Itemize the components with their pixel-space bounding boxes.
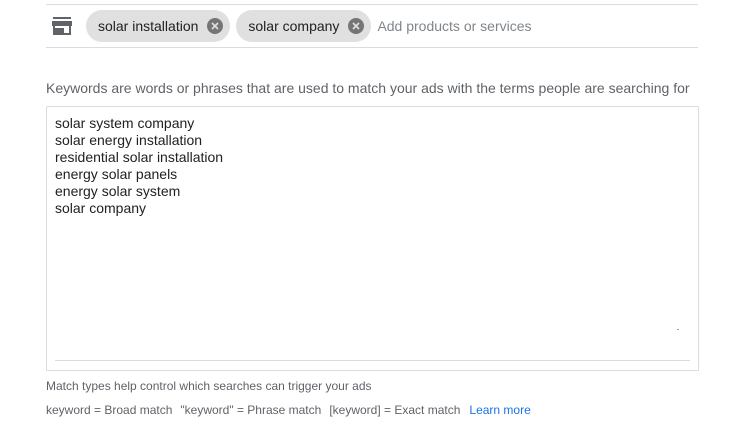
keywords-description: Keywords are words or phrases that are u… (46, 80, 690, 96)
product-chip: solar company (236, 10, 372, 42)
keywords-panel: solar installation solar company Keyword… (0, 0, 746, 431)
chip-label: solar installation (98, 18, 199, 34)
keyword-line: solar system company (55, 115, 195, 131)
keyword-line: residential solar installation (55, 149, 224, 165)
add-products-input[interactable] (377, 18, 598, 34)
chip-label: solar company (248, 18, 340, 34)
exact-match-text: [keyword] = Exact match (329, 403, 461, 417)
match-types-help: Match types help control which searches … (46, 379, 372, 393)
broad-match-text: keyword = Broad match (46, 403, 173, 417)
chip-remove-icon[interactable] (347, 17, 365, 35)
chip-remove-icon[interactable] (206, 17, 224, 35)
keyword-line: energy solar system (55, 183, 181, 199)
keyword-line: solar energy installation (55, 132, 203, 148)
keywords-textarea[interactable]: solar system company solar energy instal… (46, 106, 699, 371)
match-types-legend: keyword = Broad match "keyword" = Phrase… (46, 403, 531, 417)
products-services-bar: solar installation solar company (46, 4, 698, 48)
keyword-line: solar company (55, 200, 147, 216)
store-icon (46, 10, 78, 42)
learn-more-link[interactable]: Learn more (469, 403, 530, 417)
keywords-list: solar system company solar energy instal… (55, 115, 223, 217)
keyword-line: energy solar panels (55, 166, 178, 182)
phrase-match-text: "keyword" = Phrase match (180, 403, 322, 417)
resize-handle[interactable] (677, 329, 679, 330)
product-chip: solar installation (86, 10, 231, 42)
textarea-underline (55, 360, 690, 361)
